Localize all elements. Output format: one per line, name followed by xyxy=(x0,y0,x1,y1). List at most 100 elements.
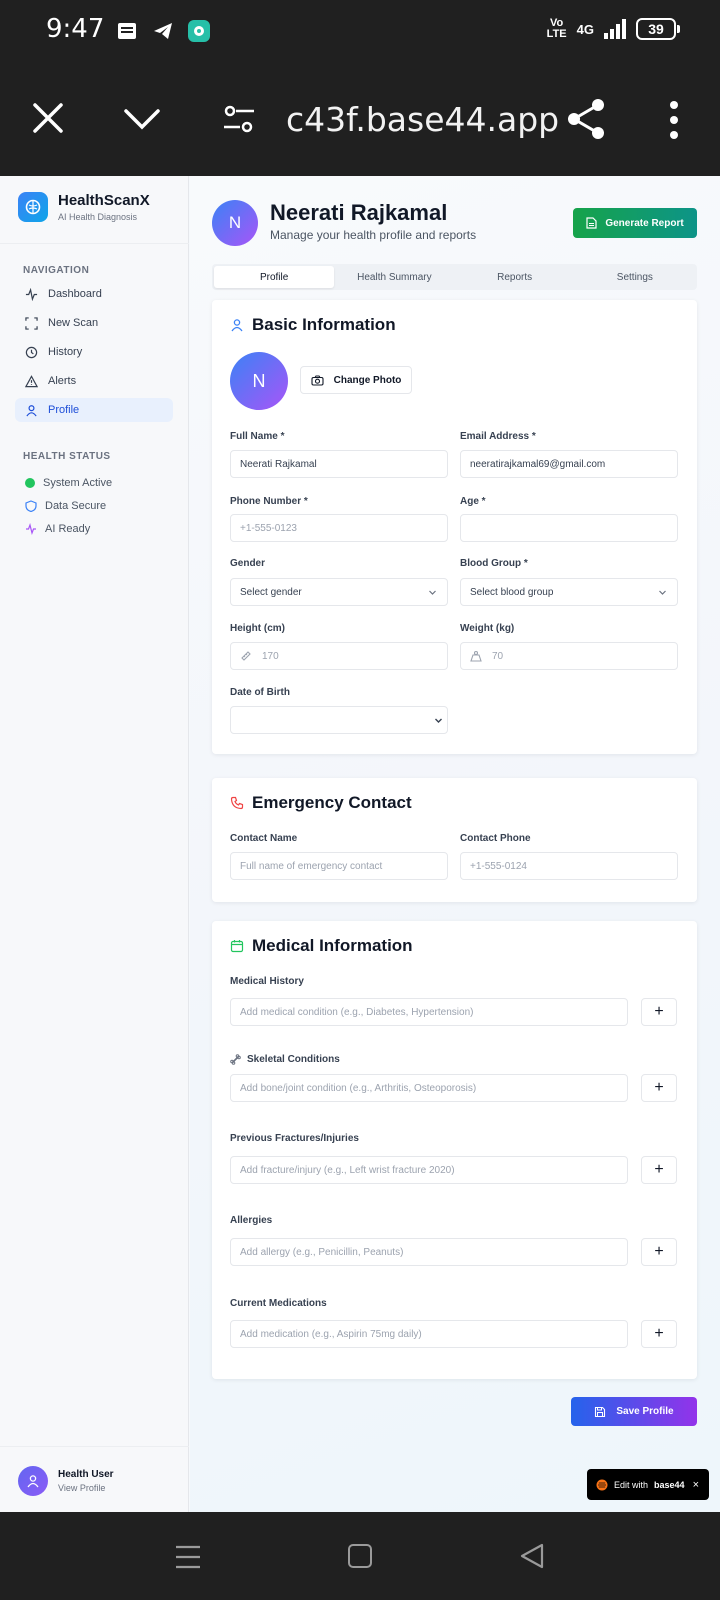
main-content: N Neerati Rajkamal Manage your health pr… xyxy=(190,176,720,1512)
brand-name: HealthScanX xyxy=(58,192,150,209)
nav-heading: NAVIGATION xyxy=(23,265,90,276)
gender-label: Gender xyxy=(230,558,266,569)
add-medication-button[interactable]: + xyxy=(641,1320,677,1348)
view-profile-link[interactable]: View Profile xyxy=(58,1483,114,1493)
site-settings-icon[interactable] xyxy=(222,102,256,136)
medical-information-card: Medical Information Medical History Add … xyxy=(212,921,697,1379)
home-icon[interactable] xyxy=(348,1544,372,1568)
alert-triangle-icon xyxy=(25,374,38,387)
green-dot-icon xyxy=(25,478,35,488)
sidebar-user[interactable]: Health User View Profile xyxy=(18,1466,114,1496)
save-profile-button[interactable]: Save Profile xyxy=(571,1397,697,1426)
message-icon xyxy=(118,23,136,39)
change-photo-button[interactable]: Change Photo xyxy=(300,366,412,394)
calendar-icon xyxy=(230,940,244,953)
user-name: Health User xyxy=(58,1469,114,1480)
medications-label: Current Medications xyxy=(230,1298,327,1309)
activity-icon xyxy=(25,287,38,301)
close-icon[interactable]: × xyxy=(693,1479,699,1491)
tab-bar: Profile Health Summary Reports Settings xyxy=(212,264,697,290)
back-icon[interactable] xyxy=(518,1542,546,1570)
pulse-icon xyxy=(26,523,36,535)
more-vertical-icon[interactable] xyxy=(664,100,684,140)
user-icon xyxy=(26,404,37,416)
sidebar-item-new-scan[interactable]: New Scan xyxy=(15,311,173,335)
sidebar-item-dashboard[interactable]: Dashboard xyxy=(15,282,173,306)
basic-information-card: Basic Information N Change Photo Full Na… xyxy=(212,300,697,754)
age-label: Age * xyxy=(460,496,486,507)
blood-group-value: Select blood group xyxy=(470,586,554,598)
gender-select[interactable]: Select gender xyxy=(230,578,448,606)
sidebar-item-label: History xyxy=(48,346,83,358)
height-field[interactable]: 170 xyxy=(230,642,448,670)
section-title-text: Basic Information xyxy=(252,315,396,334)
skeletal-label-text: Skeletal Conditions xyxy=(247,1054,340,1065)
medical-history-input[interactable]: Add medical condition (e.g., Diabetes, H… xyxy=(230,998,628,1026)
sidebar-item-alerts[interactable]: Alerts xyxy=(15,369,173,393)
chevron-down-icon xyxy=(659,590,666,595)
brand[interactable]: HealthScanX AI Health Diagnosis xyxy=(18,192,150,222)
telegram-icon xyxy=(154,23,172,39)
share-icon[interactable] xyxy=(566,98,606,140)
weight-label: Weight (kg) xyxy=(460,623,515,634)
history-icon xyxy=(25,346,38,358)
status-system-active: System Active xyxy=(25,477,112,489)
status-bar: 9:47 Vo LTE 4G 39 xyxy=(0,0,720,64)
section-title: Medical Information xyxy=(230,936,413,956)
full-name-field[interactable]: Neerati Rajkamal xyxy=(230,450,448,478)
status-ai-ready: AI Ready xyxy=(25,523,90,535)
dob-select[interactable] xyxy=(230,706,448,734)
contact-phone-field[interactable]: +1-555-0124 xyxy=(460,852,678,880)
add-medical-history-button[interactable]: + xyxy=(641,998,677,1026)
medications-input[interactable]: Add medication (e.g., Aspirin 75mg daily… xyxy=(230,1320,628,1348)
phone-field[interactable]: +1-555-0123 xyxy=(230,514,448,542)
camera-icon xyxy=(311,374,324,386)
fractures-input[interactable]: Add fracture/injury (e.g., Left wrist fr… xyxy=(230,1156,628,1184)
generate-report-label: Generate Report xyxy=(605,217,684,229)
allergies-input[interactable]: Add allergy (e.g., Penicillin, Peanuts) xyxy=(230,1238,628,1266)
add-skeletal-condition-button[interactable]: + xyxy=(641,1074,677,1102)
sidebar-item-profile[interactable]: Profile xyxy=(15,398,173,422)
edit-with-base44-badge[interactable]: Edit with base44 × xyxy=(587,1469,709,1500)
email-field[interactable]: neeratirajkamal69@gmail.com xyxy=(460,450,678,478)
age-field[interactable] xyxy=(460,514,678,542)
add-allergy-button[interactable]: + xyxy=(641,1238,677,1266)
status-data-secure: Data Secure xyxy=(25,500,106,512)
email-label: Email Address * xyxy=(460,431,536,442)
weight-field[interactable]: 70 xyxy=(460,642,678,670)
blood-group-select[interactable]: Select blood group xyxy=(460,578,678,606)
status-label: Data Secure xyxy=(45,500,107,512)
url-bar[interactable]: c43f.base44.app xyxy=(286,100,559,139)
generate-report-button[interactable]: Generate Report xyxy=(573,208,697,238)
chevron-down-icon[interactable] xyxy=(122,104,162,134)
skeletal-conditions-input[interactable]: Add bone/joint condition (e.g., Arthriti… xyxy=(230,1074,628,1102)
volte-indicator: Vo LTE xyxy=(546,17,567,40)
status-label: System Active xyxy=(43,477,113,489)
app-notification-icon xyxy=(188,20,210,42)
tab-profile[interactable]: Profile xyxy=(214,266,335,288)
app-viewport: HealthScanX AI Health Diagnosis NAVIGATI… xyxy=(0,176,720,1512)
avatar: N xyxy=(230,352,288,410)
section-title-text: Medical Information xyxy=(252,936,413,955)
brain-logo-icon xyxy=(18,192,48,222)
close-icon[interactable] xyxy=(30,100,66,136)
phone-icon xyxy=(230,796,244,810)
recent-apps-icon[interactable] xyxy=(174,1544,202,1570)
tab-reports[interactable]: Reports xyxy=(455,266,575,288)
skeletal-conditions-label: Skeletal Conditions xyxy=(230,1054,340,1065)
tab-health-summary[interactable]: Health Summary xyxy=(334,266,454,288)
base44-prefix: Edit with xyxy=(614,1479,649,1490)
status-label: AI Ready xyxy=(45,523,91,535)
sidebar-item-label: New Scan xyxy=(48,317,99,329)
contact-name-field[interactable]: Full name of emergency contact xyxy=(230,852,448,880)
height-placeholder: 170 xyxy=(262,650,279,662)
sidebar-item-history[interactable]: History xyxy=(15,340,173,364)
save-icon xyxy=(595,1406,606,1417)
sidebar-footer-divider xyxy=(0,1446,189,1447)
bone-icon xyxy=(230,1054,241,1065)
section-title-text: Emergency Contact xyxy=(252,793,412,812)
add-fracture-button[interactable]: + xyxy=(641,1156,677,1184)
section-title: Basic Information xyxy=(230,315,396,335)
tab-settings[interactable]: Settings xyxy=(575,266,695,288)
file-icon xyxy=(586,217,597,229)
